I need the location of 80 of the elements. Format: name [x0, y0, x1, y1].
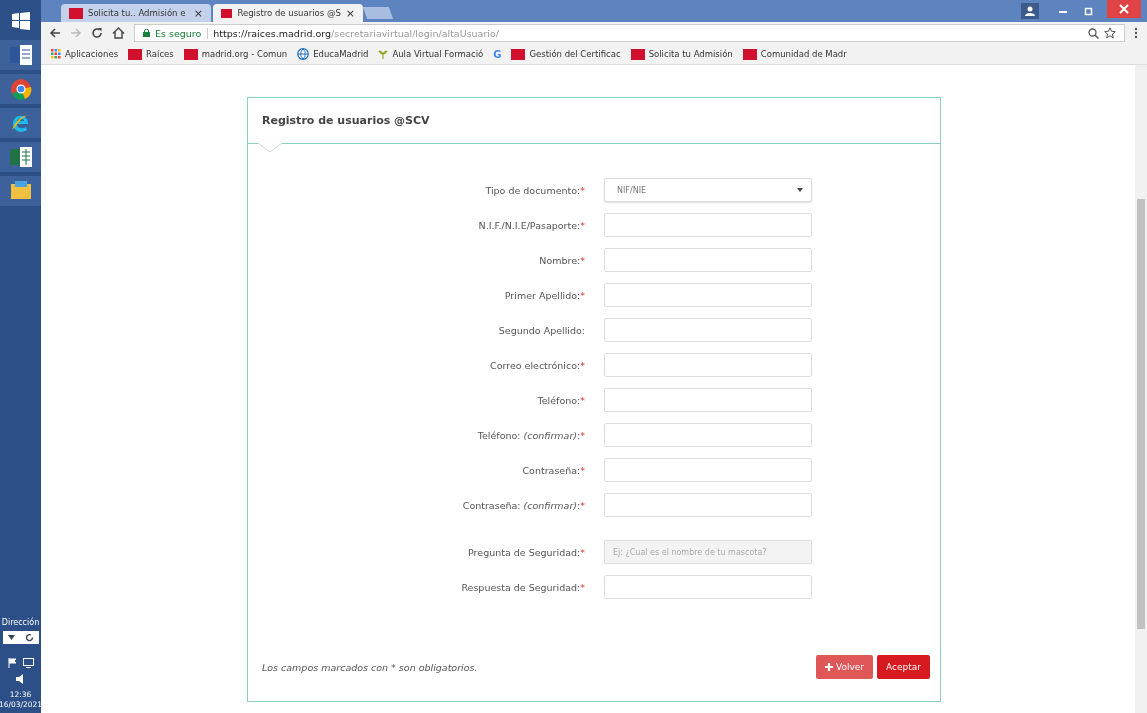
browser-icon[interactable]: [9, 78, 32, 100]
bookmark-item[interactable]: Raíces: [128, 48, 174, 60]
back-button[interactable]: Volver: [816, 655, 874, 679]
card-title: Registro de usuarios @SCV: [262, 114, 430, 127]
site-icon: [69, 7, 83, 19]
field-label: Teléfono:*: [536, 394, 586, 406]
bookmark-item[interactable]: madrid.org - Comun: [183, 48, 288, 60]
url-text: https://raices.madrid.org/secretariavirtual/login/altaUsuario/: [213, 27, 499, 39]
plus-icon: [825, 663, 833, 671]
text-field[interactable]: [604, 318, 812, 342]
site-icon: [183, 48, 198, 60]
address-bar[interactable]: Es seguro https://raices.madrid.org/secretariavirtual/login/altaUsuario/: [134, 24, 1125, 42]
address-field[interactable]: [2, 631, 39, 644]
notch-icon: [258, 143, 282, 153]
windows-icon[interactable]: [11, 12, 30, 30]
home-icon[interactable]: [112, 27, 125, 39]
flag-icon[interactable]: [7, 658, 18, 668]
site-icon: [742, 48, 757, 60]
field-label: N.I.F./N.I.E/Pasaporte:*: [477, 219, 586, 231]
field-label: Contraseña:*: [521, 464, 586, 476]
caret-icon: [797, 188, 803, 192]
close-tab-button[interactable]: ×: [345, 6, 355, 20]
text-field[interactable]: [604, 283, 812, 307]
star-icon[interactable]: [1104, 27, 1116, 39]
zoom-icon[interactable]: [1088, 27, 1099, 39]
site-icon: [511, 48, 526, 60]
restore-icon[interactable]: [1084, 6, 1094, 16]
refresh-icon[interactable]: [24, 633, 34, 642]
reload-icon[interactable]: [91, 27, 103, 39]
field-label: Teléfono: (confirmar):*: [476, 429, 586, 441]
spreadsheet-app-icon[interactable]: [9, 147, 32, 167]
secure-label: Es seguro: [155, 27, 209, 39]
bookmark-item[interactable]: Comunidad de Madr: [742, 48, 847, 60]
field-label: Correo electrónico:*: [489, 359, 586, 371]
text-field[interactable]: [604, 458, 812, 482]
address-label: Dirección: [1, 618, 40, 627]
site-icon: [128, 48, 143, 60]
menu-icon[interactable]: [1134, 27, 1138, 39]
speaker-icon[interactable]: [16, 674, 25, 684]
field-label: Nombre:*: [538, 254, 586, 266]
field-label: Tipo de documento:*: [484, 184, 586, 196]
text-field[interactable]: [604, 353, 812, 377]
text-field[interactable]: [604, 575, 812, 599]
close-icon[interactable]: [1107, 0, 1141, 18]
document-type-select[interactable]: NIF/NIE: [604, 178, 812, 202]
bookmark-item[interactable]: Solicita tu Admisión: [630, 48, 733, 60]
field-label: Contraseña: (confirmar):*: [461, 499, 586, 511]
field-label: Respuesta de Seguridad:*: [460, 581, 586, 593]
site-icon: [221, 7, 233, 19]
document-app-icon[interactable]: [9, 45, 32, 65]
required-note: Los campos marcados con * son obligatorios.: [262, 661, 478, 673]
site-icon: [630, 48, 645, 60]
lock-icon: [143, 29, 150, 37]
new-tab-button[interactable]: [362, 7, 394, 19]
monitor-icon[interactable]: [22, 658, 34, 668]
scrollbar[interactable]: [1135, 65, 1147, 713]
apps-grid-icon: [51, 49, 61, 59]
user-icon[interactable]: [1021, 3, 1039, 19]
text-field[interactable]: [604, 493, 812, 517]
plant-icon: [378, 49, 389, 59]
field-label: Segundo Apellido:: [497, 324, 586, 336]
caret-icon: [7, 635, 15, 640]
close-tab-button[interactable]: ×: [193, 6, 203, 20]
text-field[interactable]: [604, 248, 812, 272]
browser-tab[interactable]: Registro de usuarios @S ×: [213, 4, 363, 22]
bookmark-item[interactable]: Gestión del Certificac: [511, 48, 621, 60]
globe-icon: [297, 48, 310, 60]
bookmark-item[interactable]: EducaMadrid: [297, 48, 369, 60]
text-field[interactable]: [604, 423, 812, 447]
text-field[interactable]: Ej: ¿Cual es el nombre de tu mascota?: [604, 540, 812, 564]
bookmark-item[interactable]: Aula Virtual Formació: [378, 49, 484, 59]
folder-icon[interactable]: [9, 181, 32, 201]
browser-tab[interactable]: Solicita tu.. Admisión e ×: [61, 4, 211, 22]
text-field[interactable]: [604, 213, 812, 237]
text-field[interactable]: [604, 388, 812, 412]
bookmark-item[interactable]: Aplicaciones: [51, 49, 119, 59]
field-label: Pregunta de Seguridad:*: [467, 546, 586, 558]
back-icon[interactable]: [49, 27, 61, 39]
accept-button[interactable]: Aceptar: [877, 655, 930, 679]
field-label: Primer Apellido:*: [503, 289, 586, 301]
